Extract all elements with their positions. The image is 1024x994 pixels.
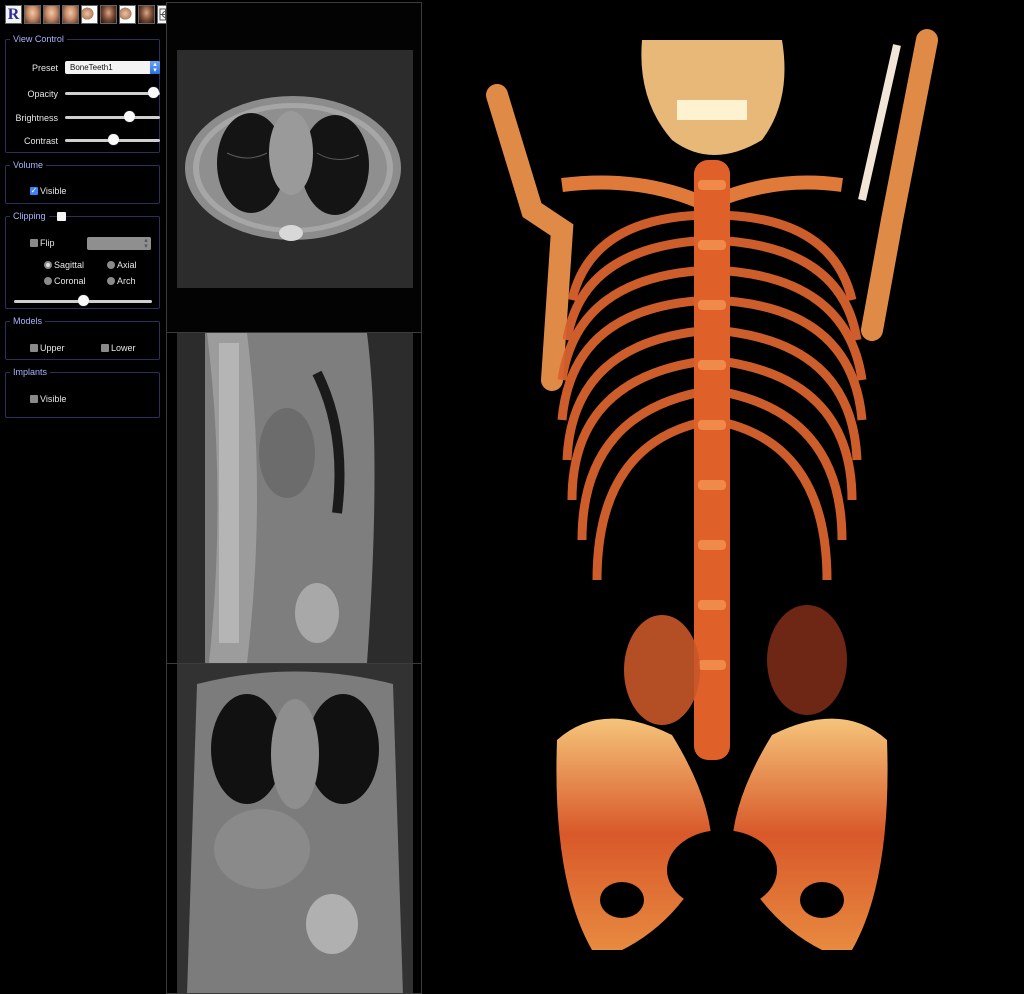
flip-checkbox[interactable] (30, 239, 38, 247)
brightness-slider[interactable] (65, 111, 160, 123)
clip-position-slider-thumb[interactable] (78, 295, 89, 306)
brightness-slider-thumb[interactable] (123, 111, 135, 122)
coronal-ct-image (177, 664, 413, 993)
models-legend: Models (13, 316, 43, 326)
face-right-icon[interactable] (62, 5, 79, 24)
volume-render-view[interactable] (422, 0, 1024, 994)
skeleton-3d-render (486, 29, 938, 950)
logo-letter: R (7, 5, 20, 23)
radio-sagittal[interactable] (44, 261, 52, 269)
logo-button[interactable]: R (5, 5, 22, 24)
slider-track (65, 116, 160, 119)
flip-label: Flip (40, 238, 55, 248)
implants-visible-label: Visible (40, 394, 67, 404)
implants-group: Implants Visible (5, 367, 160, 418)
contrast-label: Contrast (23, 136, 58, 146)
models-lower-label: Lower (111, 343, 136, 353)
preset-value: BoneTeeth1 (70, 63, 113, 72)
select-arrows-icon: ▴ ▾ (150, 61, 160, 74)
models-upper-label: Upper (40, 343, 65, 353)
radio-coronal[interactable] (44, 277, 52, 285)
models-lower-checkbox[interactable] (101, 344, 109, 352)
sagittal-ct-image (177, 333, 413, 663)
select-arrows-icon: ▴ ▾ (141, 237, 151, 250)
radio-axial[interactable] (107, 261, 115, 269)
preset-select[interactable]: BoneTeeth1 ▴ ▾ (65, 61, 160, 74)
preset-label: Preset (31, 63, 58, 73)
axial-slice-view[interactable] (166, 2, 422, 333)
implants-visible-checkbox[interactable] (30, 395, 38, 403)
face-front-icon[interactable] (24, 5, 41, 24)
contrast-slider[interactable] (65, 134, 160, 146)
face-profile-icon[interactable] (100, 5, 117, 24)
axial-ct-image (177, 50, 413, 288)
clipping-group: Clipping Flip ▴ ▾ Sagittal Axial Coronal … (5, 211, 160, 309)
clipping-legend-text: Clipping (13, 211, 46, 221)
face-left-icon[interactable] (43, 5, 60, 24)
radio-sagittal-label: Sagittal (54, 260, 85, 270)
flip-select[interactable]: ▴ ▾ (87, 237, 151, 250)
volume-group: Volume ✓ Visible (5, 160, 160, 204)
radio-arch-label: Arch (117, 276, 136, 286)
radio-coronal-label: Coronal (54, 276, 86, 286)
face-side-icon[interactable] (119, 5, 136, 24)
brightness-label: Brightness (15, 113, 58, 123)
radio-arch[interactable] (107, 277, 115, 285)
models-group: Models Upper Lower (5, 316, 160, 360)
implants-legend: Implants (13, 367, 48, 377)
view-control-group: View Control Preset BoneTeeth1 ▴ ▾ Opacit… (5, 34, 160, 153)
clipping-legend: Clipping (10, 211, 49, 221)
radio-axial-label: Axial (117, 260, 137, 270)
coronal-slice-view[interactable] (166, 663, 422, 994)
clipping-enable-checkbox[interactable] (57, 212, 66, 221)
sagittal-slice-view[interactable] (166, 333, 422, 663)
face-top-icon[interactable] (81, 5, 98, 24)
control-panel: R View Control Preset BoneTeeth1 ▴ ▾ Opac… (0, 0, 174, 994)
clip-position-slider[interactable] (14, 295, 152, 307)
opacity-label: Opacity (27, 89, 58, 99)
volume-visible-label: Visible (40, 186, 67, 196)
toolbar: R (5, 5, 174, 25)
opacity-slider[interactable] (65, 87, 160, 99)
models-upper-checkbox[interactable] (30, 344, 38, 352)
opacity-slider-thumb[interactable] (148, 87, 160, 98)
view-control-legend: View Control (13, 34, 64, 44)
volume-visible-checkbox[interactable]: ✓ (30, 187, 38, 195)
face-dark-icon[interactable] (138, 5, 155, 24)
contrast-slider-thumb[interactable] (107, 134, 119, 145)
slider-track (65, 92, 160, 95)
volume-legend: Volume (13, 160, 44, 170)
